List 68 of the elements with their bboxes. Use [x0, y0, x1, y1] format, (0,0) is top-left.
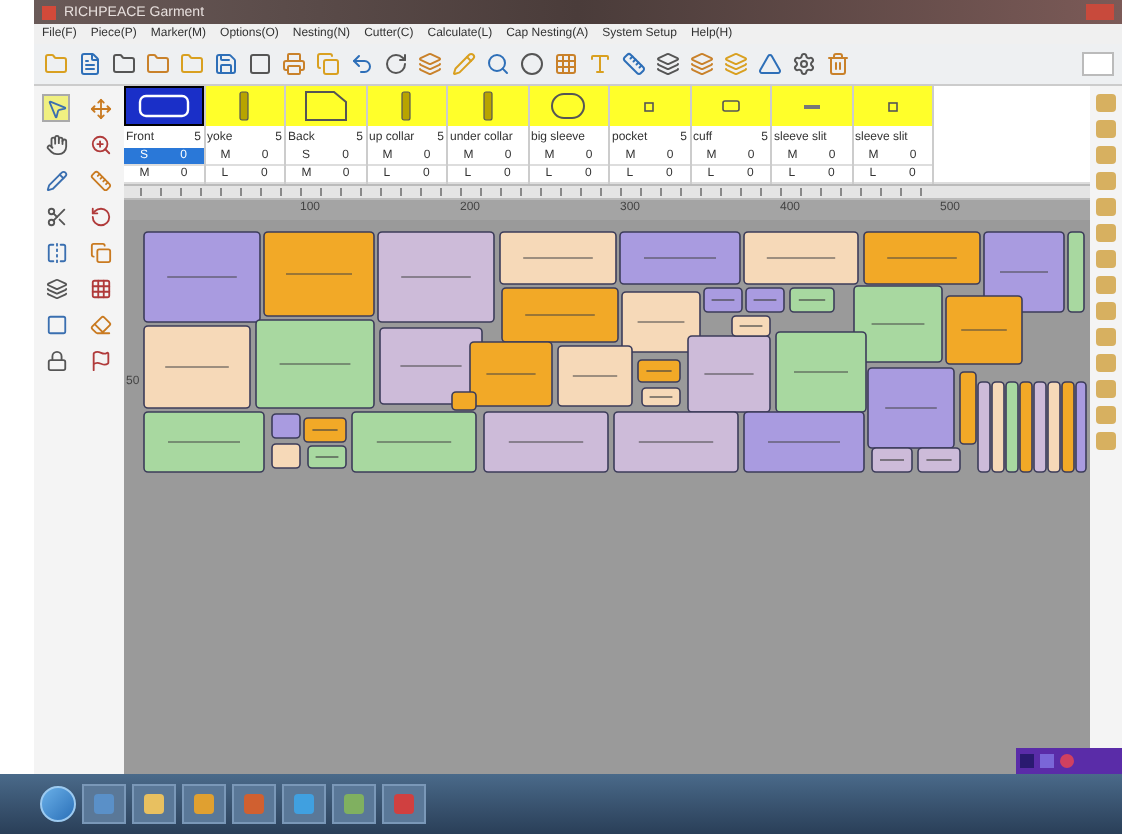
document-icon[interactable] — [76, 50, 104, 78]
triangle-icon[interactable] — [756, 50, 784, 78]
piece-shape-icon — [644, 101, 655, 111]
pointer-icon[interactable] — [42, 94, 71, 122]
printer-icon[interactable] — [280, 50, 308, 78]
pencil-icon[interactable] — [450, 50, 478, 78]
start-button[interactable] — [40, 786, 76, 822]
piece-shape-icon — [238, 90, 251, 122]
piece-tile[interactable] — [529, 86, 608, 126]
piece-tile[interactable] — [448, 86, 527, 126]
app-icon — [344, 794, 364, 814]
taskbar-button[interactable] — [282, 784, 326, 824]
square-icon[interactable] — [246, 50, 274, 78]
circle-icon[interactable] — [518, 50, 546, 78]
piece-shape-icon — [481, 90, 494, 122]
rotate-icon[interactable] — [87, 202, 116, 230]
piece-shape-icon — [721, 100, 740, 112]
layers-icon[interactable] — [654, 50, 682, 78]
app-icon — [294, 794, 314, 814]
piece-tile[interactable] — [286, 86, 365, 126]
app-icon — [144, 794, 164, 814]
undo-icon[interactable] — [348, 50, 376, 78]
trash-icon[interactable] — [824, 50, 852, 78]
app-icon — [244, 794, 264, 814]
square-icon[interactable] — [42, 310, 71, 338]
taskbar-button[interactable] — [132, 784, 176, 824]
app-icon — [94, 794, 114, 814]
grid-icon[interactable] — [87, 274, 116, 302]
flip-icon[interactable] — [42, 238, 71, 266]
piece-tile[interactable] — [205, 86, 284, 126]
piece-shape-icon — [400, 90, 413, 122]
app-icon — [394, 794, 414, 814]
scissors-icon[interactable] — [42, 202, 71, 230]
app-icon — [42, 5, 56, 19]
ruler-icon[interactable] — [620, 50, 648, 78]
zoom-icon[interactable] — [87, 130, 116, 158]
settings-icon[interactable] — [790, 50, 818, 78]
piece-shape-icon — [887, 101, 898, 111]
taskbar-button[interactable] — [232, 784, 276, 824]
input-field[interactable] — [1082, 52, 1114, 76]
piece-shape-icon — [303, 90, 348, 122]
piece-tile[interactable] — [367, 86, 446, 126]
piece-tile[interactable] — [772, 86, 851, 126]
piece-tile[interactable] — [610, 86, 689, 126]
piece-tile[interactable] — [124, 86, 203, 126]
taskbar-button[interactable] — [332, 784, 376, 824]
piece-tile[interactable] — [691, 86, 770, 126]
layers-icon[interactable] — [42, 274, 71, 302]
copy-icon[interactable] — [87, 238, 116, 266]
copy-icon[interactable] — [314, 50, 342, 78]
lock-icon[interactable] — [42, 346, 71, 374]
piece-tile[interactable] — [853, 86, 932, 126]
hand-icon[interactable] — [42, 130, 71, 158]
save-icon[interactable] — [212, 50, 240, 78]
search-icon[interactable] — [484, 50, 512, 78]
app-icon — [194, 794, 214, 814]
piece-shape-icon — [137, 94, 190, 118]
grid-icon[interactable] — [552, 50, 580, 78]
ruler-icon[interactable] — [87, 166, 116, 194]
eraser-icon[interactable] — [87, 310, 116, 338]
piece-shape-icon — [550, 92, 587, 120]
redo-icon[interactable] — [382, 50, 410, 78]
taskbar-button[interactable] — [382, 784, 426, 824]
move-icon[interactable] — [87, 94, 116, 122]
pencil-icon[interactable] — [42, 166, 71, 194]
text-icon[interactable] — [586, 50, 614, 78]
taskbar-button[interactable] — [182, 784, 226, 824]
piece-shape-icon — [803, 103, 820, 109]
